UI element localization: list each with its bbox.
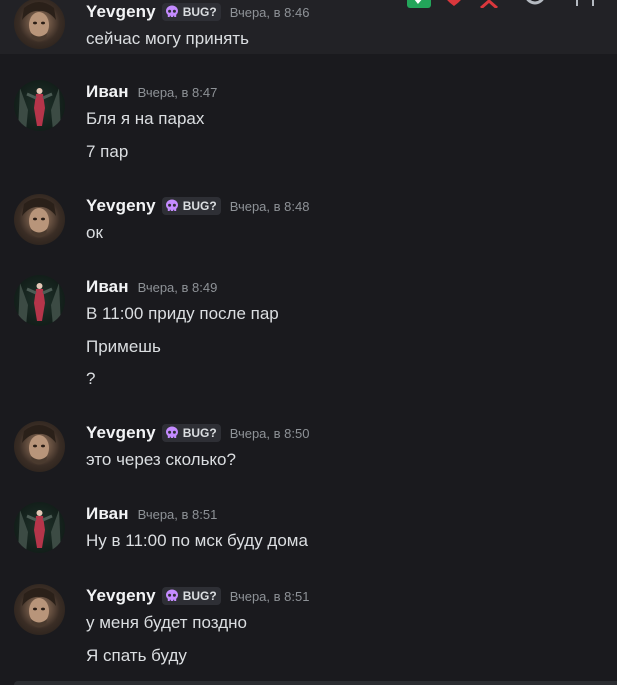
- message-group[interactable]: Yevgeny BUG? Вчера, в 8:48 ок: [0, 190, 617, 250]
- timestamp[interactable]: Вчера, в 8:49: [138, 280, 218, 295]
- skull-icon: [165, 199, 178, 211]
- message-group[interactable]: Иван Вчера, в 8:49 В 11:00 приду после п…: [0, 271, 617, 401]
- message-text: ок: [86, 223, 103, 242]
- avatar[interactable]: [14, 421, 65, 472]
- message-text: у меня будет поздно: [86, 613, 247, 632]
- skull-icon: [165, 426, 178, 438]
- author-name[interactable]: Иван: [86, 504, 129, 524]
- tag-label: BUG?: [182, 426, 217, 440]
- message-group[interactable]: Yevgeny BUG? Вчера, в 8:50 это через ско…: [0, 417, 617, 479]
- more-reactions-icon[interactable]: [522, 0, 548, 13]
- timestamp[interactable]: Вчера, в 8:46: [230, 5, 310, 20]
- avatar[interactable]: [14, 502, 65, 553]
- message-input-bar[interactable]: [14, 681, 617, 685]
- message-group[interactable]: Yevgeny BUG? Вчера, в 8:51 у меня будет …: [0, 580, 617, 680]
- timestamp[interactable]: Вчера, в 8:48: [230, 199, 310, 214]
- author-name[interactable]: Yevgeny: [86, 423, 156, 443]
- skull-icon: [165, 5, 178, 17]
- avatar[interactable]: [14, 275, 65, 326]
- more-options-icon[interactable]: [572, 0, 602, 13]
- x-reaction-icon[interactable]: [477, 0, 501, 13]
- check-reaction-icon[interactable]: [407, 0, 431, 13]
- avatar[interactable]: [14, 584, 65, 635]
- message-text: Бля я на парах: [86, 109, 205, 128]
- timestamp[interactable]: Вчера, в 8:51: [230, 589, 310, 604]
- author-name[interactable]: Yevgeny: [86, 586, 156, 606]
- tag-label: BUG?: [182, 5, 217, 19]
- timestamp[interactable]: Вчера, в 8:50: [230, 426, 310, 441]
- tag-label: BUG?: [182, 199, 217, 213]
- heart-reaction-icon[interactable]: [443, 0, 465, 13]
- avatar[interactable]: [14, 194, 65, 245]
- skull-icon: [165, 589, 178, 601]
- author-name[interactable]: Иван: [86, 82, 129, 102]
- message-text: В 11:00 приду после пар: [86, 304, 279, 323]
- user-tag[interactable]: BUG?: [161, 424, 221, 442]
- user-tag[interactable]: BUG?: [161, 587, 221, 605]
- user-tag[interactable]: BUG?: [161, 3, 221, 21]
- timestamp[interactable]: Вчера, в 8:51: [138, 507, 218, 522]
- message-text: сейчас могу принять: [86, 29, 249, 48]
- avatar[interactable]: [14, 0, 65, 49]
- author-name[interactable]: Иван: [86, 277, 129, 297]
- chat-messages: Yevgeny BUG? Вчера, в 8:46 сейчас могу п…: [0, 0, 617, 685]
- author-name[interactable]: Yevgeny: [86, 2, 156, 22]
- message-text: Примешь: [86, 337, 161, 356]
- message-text: 7 пар: [86, 142, 129, 161]
- message-group[interactable]: Иван Вчера, в 8:47 Бля я на парах 7 пар: [0, 76, 617, 176]
- timestamp[interactable]: Вчера, в 8:47: [138, 85, 218, 100]
- avatar[interactable]: [14, 80, 65, 131]
- tag-label: BUG?: [182, 589, 217, 603]
- message-hover-toolbar: [400, 0, 617, 10]
- message-text: ?: [86, 369, 96, 388]
- message-text: Ну в 11:00 по мск буду дома: [86, 531, 308, 550]
- message-text: Я спать буду: [86, 646, 187, 665]
- user-tag[interactable]: BUG?: [161, 197, 221, 215]
- author-name[interactable]: Yevgeny: [86, 196, 156, 216]
- message-group[interactable]: Иван Вчера, в 8:51 Ну в 11:00 по мск буд…: [0, 498, 617, 560]
- message-text: это через сколько?: [86, 450, 236, 469]
